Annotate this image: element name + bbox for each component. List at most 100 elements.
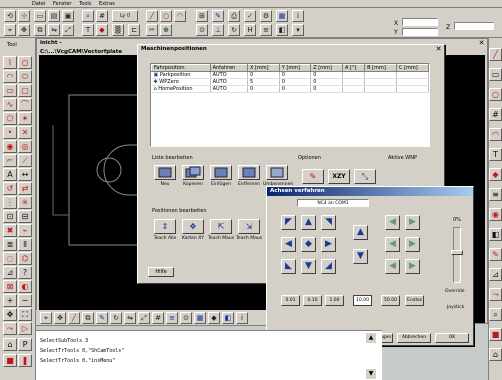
bt-tool-icon[interactable]: ✎ [96,312,108,324]
bt-grid-icon[interactable]: # [152,312,164,324]
r-tool-icon[interactable]: ✎ [489,248,502,261]
save-icon[interactable]: ▣ [62,10,74,22]
col-y[interactable]: Y [mm] [278,64,312,72]
option-axis-button[interactable]: ⤡ [354,169,376,184]
draw-arc-icon[interactable]: ◠ [174,10,186,22]
ortho-icon[interactable]: ⊥ [212,24,224,36]
bt-select-icon[interactable]: ⌖ [40,312,52,324]
group-icon[interactable]: ⊡ [3,210,17,223]
circle-icon[interactable]: ○ [18,56,32,69]
rotate-icon[interactable]: ⟲ [4,10,16,22]
open-icon[interactable]: ▤ [48,10,60,22]
r-text-icon[interactable]: T [489,148,502,161]
r-circle-icon[interactable]: ○ [489,88,502,101]
measure-tool-icon[interactable]: ⊿ [3,266,17,279]
r-home-icon[interactable]: ⌂ [489,348,502,361]
align-icon[interactable]: ≣ [3,238,17,251]
tab-tool[interactable]: Tool [7,42,17,48]
bt-move-icon[interactable]: ✥ [54,312,66,324]
info-tool-icon[interactable]: ? [18,266,32,279]
axis4-left-mid-button[interactable]: ◀ [385,237,400,252]
rename-button[interactable] [266,165,288,180]
remove-button[interactable] [238,165,260,180]
bt-view-icon[interactable]: ◧ [222,312,234,324]
bt-mirror-icon[interactable]: ⇋ [124,312,136,324]
copy-icon[interactable]: ⧉ [34,24,46,36]
arrow-down-left-button[interactable]: ◣ [281,259,296,274]
scale-icon[interactable]: ⤢ [62,24,74,36]
delete-icon[interactable]: ✖ [3,224,17,237]
draw-line-icon[interactable]: ╱ [146,10,158,22]
col-a[interactable]: A [°] [342,64,366,72]
rotate-tool-icon[interactable]: ↺ [3,182,17,195]
r-grid-icon[interactable]: # [489,108,502,121]
step-endless[interactable]: Endlos [405,295,424,306]
chevron-down-icon[interactable]: ▾ [292,24,304,36]
lock-icon[interactable]: ⊠ [3,280,17,293]
cancel-button[interactable]: Abbrechen [397,333,431,343]
rounded-rect-icon[interactable]: ▢ [18,84,32,97]
print-icon[interactable]: ⎙ [228,10,240,22]
view-icon[interactable]: ◧ [276,24,288,36]
copy-button[interactable] [182,165,204,180]
step-50-00[interactable]: 50.00 [381,295,400,306]
console-scroll-up[interactable]: ▲ [366,333,376,343]
axis4-right-mid-button[interactable]: ▶ [405,237,420,252]
r-node-icon[interactable]: ◆ [489,168,502,181]
hpgl-icon[interactable]: H [244,24,256,36]
table-row[interactable]: ▣ Parkposition AUTO 0 0 0 [151,71,429,79]
zoom-out-icon[interactable]: − [18,294,32,307]
arrow-center-button[interactable]: ◆ [301,237,316,252]
arrow-left-button[interactable]: ◀ [281,237,296,252]
measure-icon[interactable]: ⊞ [196,10,208,22]
hatch-icon[interactable]: ▒ [112,24,124,36]
menu-extras[interactable]: Extras [99,0,115,8]
draw-circle-icon[interactable]: ○ [160,10,172,22]
rectangle-icon[interactable]: ▭ [3,84,17,97]
pocket-icon[interactable]: ◎ [18,140,32,153]
move-icon[interactable]: ✥ [18,24,30,36]
snap-icon[interactable]: ⊙ [196,24,208,36]
r-view-icon[interactable]: ◧ [489,228,502,241]
arrow-up-button[interactable]: ▲ [301,215,316,230]
tool-path-icon[interactable]: ⤳ [3,322,17,335]
spline-icon[interactable]: ∿ [3,98,17,111]
zoom-icon[interactable]: ⌕ [82,10,94,22]
contour-icon[interactable]: ◌ [3,252,17,265]
point-icon[interactable]: • [3,126,17,139]
select-icon[interactable]: ⌖ [4,24,16,36]
r-layer-icon[interactable]: ≡ [489,188,502,201]
teach-mouse-2-button[interactable]: ⇲ [238,219,260,234]
axis4-right-up-button[interactable]: ▶ [405,215,420,230]
r-line-icon[interactable]: ╱ [489,48,502,61]
star-icon[interactable]: ✶ [18,112,32,125]
drill-icon[interactable]: ◉ [3,140,17,153]
home-icon[interactable]: ⌂ [3,338,17,351]
z-down-button[interactable]: ▼ [353,249,368,264]
park-icon[interactable]: P [18,338,32,351]
axis4-left-down-button[interactable]: ◀ [385,259,400,274]
console-scroll-down[interactable]: ▼ [366,369,376,379]
polygon-icon[interactable]: ⬠ [3,112,17,125]
help-button[interactable]: Hilfe [148,267,174,277]
pan-icon[interactable]: ✥ [3,308,17,321]
r-measure-icon[interactable]: ⊿ [489,268,502,281]
option-xzy-button[interactable]: XZY [328,169,350,184]
new-button[interactable] [154,165,176,180]
col-c[interactable]: C [mm] [396,64,429,72]
table-row[interactable]: ✥ WPZero AUTO 5 0 0 [151,78,429,86]
node-icon[interactable]: ◆ [96,24,108,36]
bt-layer-icon[interactable]: ≡ [166,312,178,324]
break-icon[interactable]: ⌁ [18,224,32,237]
polyline-icon[interactable]: ⌇ [3,56,17,69]
bt-node-icon[interactable]: ◆ [208,312,220,324]
layer-field[interactable]: Ly 0 [112,10,138,22]
teach-all-button[interactable]: ⇕ [154,219,176,234]
distribute-icon[interactable]: ⫴ [18,238,32,251]
machine-icon[interactable]: ▦ [276,10,288,22]
arrow-up-left-button[interactable]: ◤ [281,215,296,230]
bt-rotate-icon[interactable]: ↻ [110,312,122,324]
arrow-right-button[interactable]: ▶ [321,237,336,252]
menu-datei[interactable]: Datei [32,0,45,8]
bt-copy-icon[interactable]: ⧉ [82,312,94,324]
